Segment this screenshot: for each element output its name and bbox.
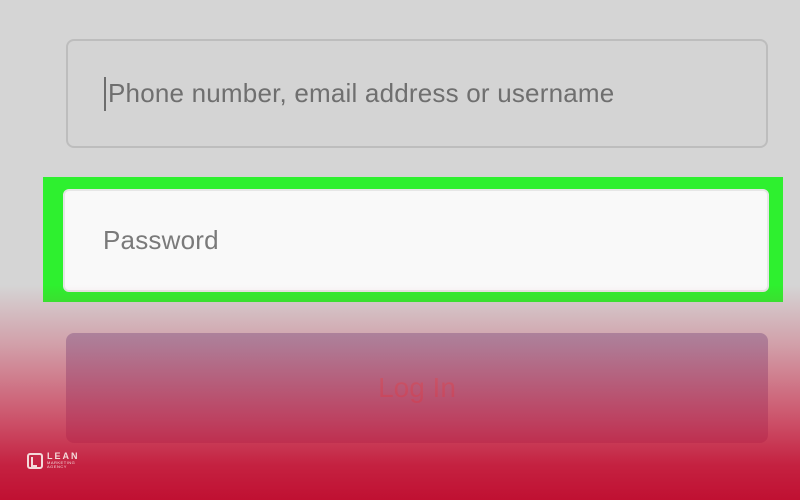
username-field[interactable]: Phone number, email address or username xyxy=(66,39,768,148)
password-placeholder: Password xyxy=(103,225,219,255)
username-placeholder: Phone number, email address or username xyxy=(108,78,615,108)
login-screen: Phone number, email address or username … xyxy=(0,0,800,500)
watermark-logo: LEAN MARKETING AGENCY xyxy=(27,452,81,469)
login-button[interactable]: Log In xyxy=(66,333,768,443)
login-button-label: Log In xyxy=(378,372,456,403)
text-cursor xyxy=(104,76,106,111)
password-field[interactable]: Password xyxy=(63,189,769,292)
watermark-text: LEAN MARKETING AGENCY xyxy=(47,452,81,469)
lean-logo-icon xyxy=(27,452,43,469)
watermark-tagline: MARKETING AGENCY xyxy=(47,460,76,469)
